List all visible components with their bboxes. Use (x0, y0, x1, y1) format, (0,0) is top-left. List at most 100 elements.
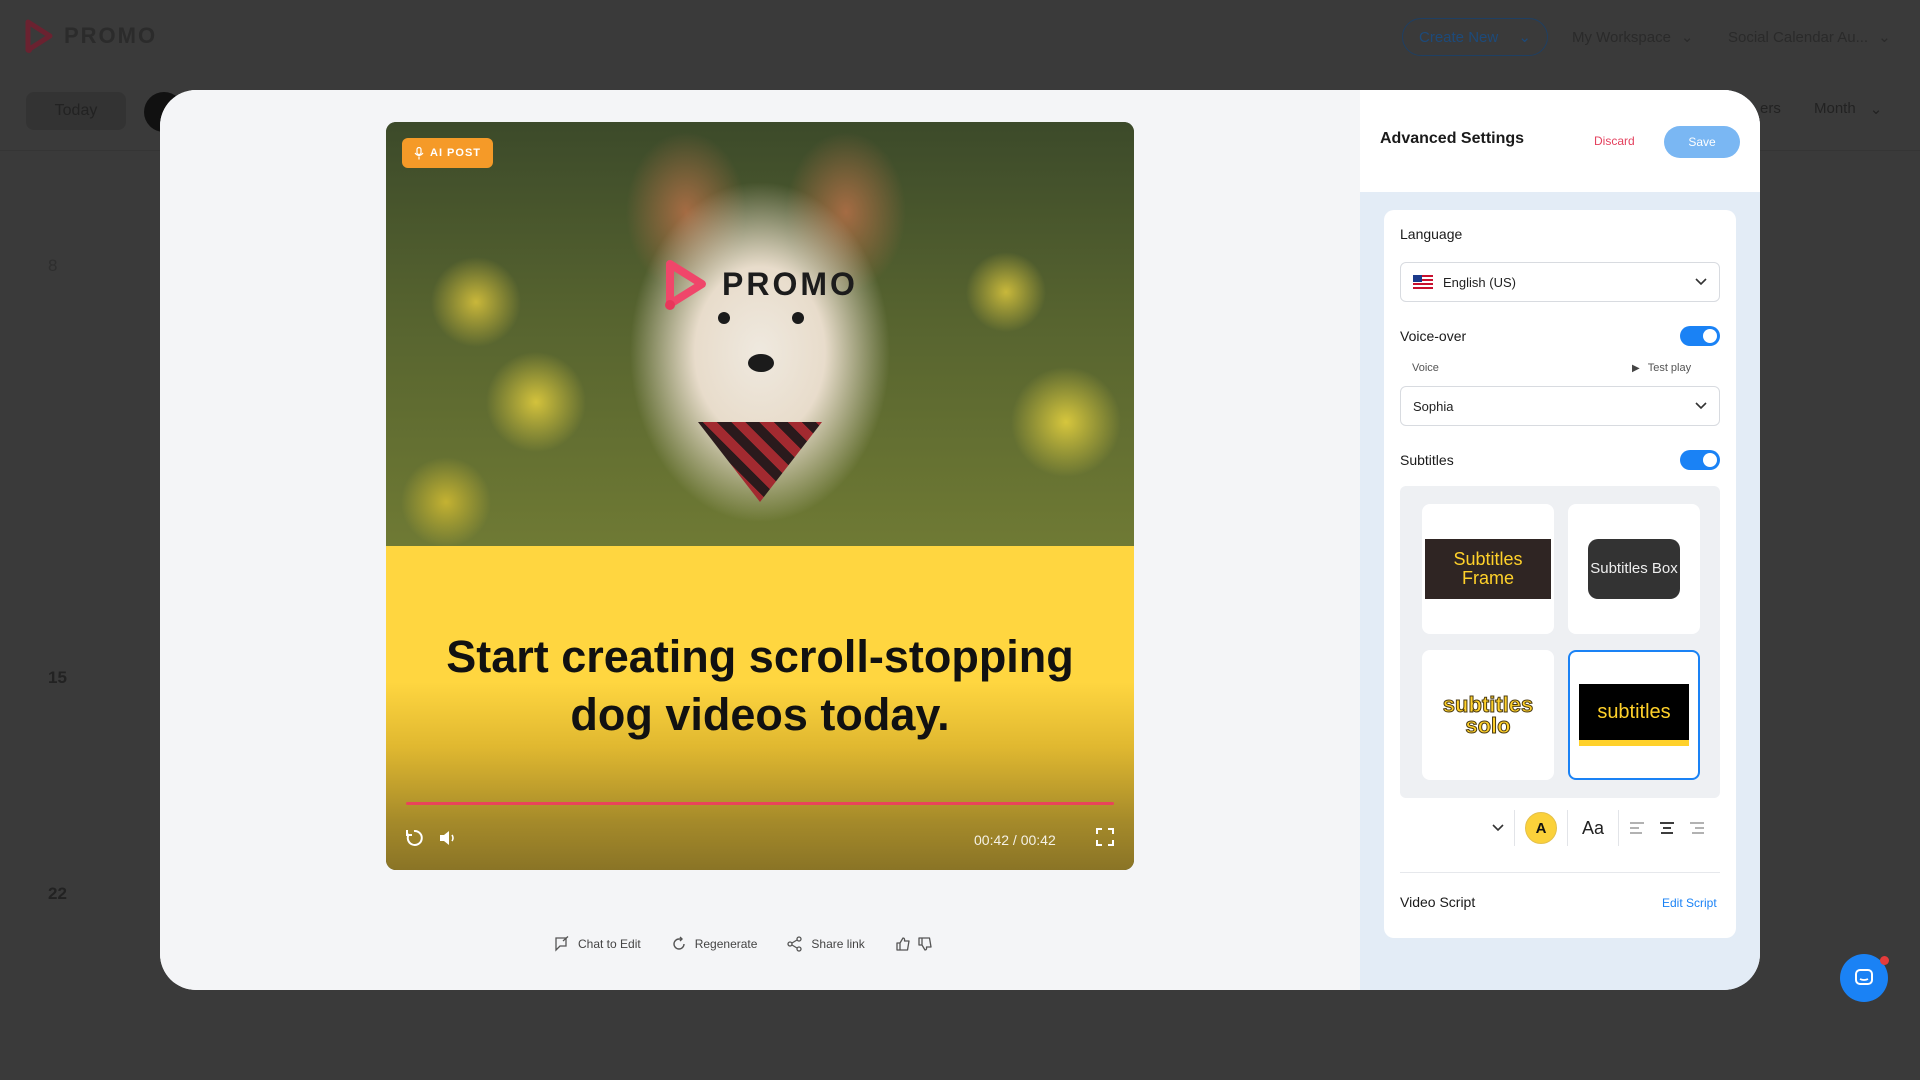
workspace-label: My Workspace (1572, 28, 1671, 46)
video-player[interactable]: AI POST PROMO Start creating scroll-stop… (386, 122, 1134, 870)
subtitle-solo-sample: subtitles solo (1442, 692, 1534, 738)
share-link-label: Share link (811, 937, 865, 951)
align-center-icon[interactable] (1659, 821, 1675, 835)
subtitle-style-black[interactable]: subtitles (1568, 650, 1700, 780)
app-header: PROMO Create New ⌄ My Workspace ⌄ Social… (0, 0, 1920, 76)
filters-button[interactable]: ers (1760, 100, 1781, 117)
preview-pane: AI POST PROMO Start creating scroll-stop… (160, 90, 1360, 990)
language-select[interactable]: English (US) (1400, 262, 1720, 302)
font-dropdown[interactable] (1400, 824, 1504, 832)
caption-area: Start creating scroll-stopping dog video… (386, 546, 1134, 870)
video-watermark-logo: PROMO (662, 256, 858, 312)
subtitles-toggle[interactable] (1680, 450, 1720, 470)
video-caption: Start creating scroll-stopping dog video… (446, 631, 1074, 740)
play-icon: ▶ (1632, 362, 1640, 374)
chevron-down-icon: ⌄ (1869, 101, 1883, 118)
section-divider (1400, 872, 1720, 873)
save-button[interactable]: Save (1664, 126, 1740, 158)
chat-edit-icon (555, 936, 569, 952)
voice-label: Voice (1412, 362, 1439, 374)
edit-script-link[interactable]: Edit Script (1662, 896, 1717, 910)
post-actions: Chat to Edit Regenerate Share link (554, 936, 933, 952)
feedback-buttons (895, 936, 933, 952)
subtitle-styles: Subtitles Frame Subtitles Box subtitles … (1400, 486, 1720, 798)
dog-photo (386, 122, 1134, 546)
regenerate-label: Regenerate (694, 937, 758, 951)
dog-bandana (698, 422, 822, 502)
chevron-down-icon: ⌄ (1680, 29, 1694, 46)
settings-card: Language English (US) Voice-over Voice ▶… (1384, 210, 1736, 938)
video-time: 00:42 / 00:42 (974, 832, 1056, 848)
calendar-day[interactable]: 8 (48, 256, 57, 276)
subtitle-box-sample: Subtitles Box (1588, 539, 1680, 599)
subtitle-frame-sample: Subtitles Frame (1425, 539, 1551, 599)
create-new-button[interactable]: Create New ⌄ (1402, 18, 1548, 56)
chat-icon (1855, 969, 1873, 985)
settings-title: Advanced Settings (1380, 130, 1525, 147)
toolbar-divider (1567, 810, 1568, 846)
subtitle-black-sample: subtitles (1579, 684, 1689, 746)
video-progress-bar[interactable] (406, 802, 1114, 805)
language-value: English (US) (1443, 274, 1516, 290)
workspace-dropdown[interactable]: My Workspace ⌄ (1572, 18, 1694, 56)
video-logo-text: PROMO (722, 265, 858, 302)
regenerate-icon (673, 936, 685, 950)
video-script-label: Video Script (1400, 894, 1476, 910)
share-icon (787, 936, 803, 952)
ai-post-badge: AI POST (402, 138, 494, 168)
voice-select[interactable]: Sophia (1400, 386, 1720, 426)
promo-logo-icon (665, 260, 706, 310)
month-label: Month (1814, 100, 1856, 117)
chat-to-edit-button[interactable]: Chat to Edit (554, 936, 641, 952)
share-link-button[interactable]: Share link (787, 936, 865, 952)
today-button[interactable]: Today (26, 92, 126, 130)
align-left-icon[interactable] (1629, 821, 1645, 835)
brand-name: PROMO (64, 23, 158, 48)
alignment-group (1629, 821, 1705, 835)
dog-eye (718, 312, 730, 324)
chevron-down-icon (1492, 824, 1504, 832)
text-color-button[interactable]: A (1525, 812, 1557, 844)
settings-header: Advanced Settings Discard Save (1360, 90, 1760, 192)
microphone-icon (414, 146, 424, 159)
notification-dot (1880, 956, 1889, 965)
chevron-down-icon (1695, 278, 1707, 286)
chat-to-edit-label: Chat to Edit (578, 937, 641, 951)
us-flag-icon (1413, 275, 1433, 289)
voiceover-toggle[interactable] (1680, 326, 1720, 346)
text-style-button[interactable]: Aa (1578, 818, 1608, 839)
test-play-label: Test play (1647, 362, 1692, 374)
toolbar-divider (1618, 810, 1619, 846)
chevron-down-icon: ⌄ (1518, 29, 1531, 46)
discard-button[interactable]: Discard (1594, 134, 1635, 148)
replay-icon[interactable] (404, 828, 424, 848)
ai-post-label: AI POST (430, 147, 482, 159)
thumbs-down-icon[interactable] (917, 936, 933, 952)
promo-logo-icon (25, 19, 53, 53)
volume-icon[interactable] (438, 828, 460, 848)
social-calendar-label: Social Calendar Au... (1728, 28, 1869, 46)
test-play-button[interactable]: ▶ Test play (1632, 362, 1691, 374)
chevron-down-icon: ⌄ (1878, 29, 1891, 46)
month-dropdown[interactable]: Month ⌄ (1814, 100, 1882, 118)
voice-value: Sophia (1413, 398, 1454, 414)
subtitle-style-solo[interactable]: subtitles solo (1422, 650, 1554, 780)
brand-logo[interactable]: PROMO (24, 18, 157, 54)
advanced-settings-panel: Advanced Settings Discard Save Language … (1360, 90, 1760, 990)
fullscreen-icon[interactable] (1096, 828, 1114, 846)
subtitle-style-box[interactable]: Subtitles Box (1568, 504, 1700, 634)
calendar-day[interactable]: 22 (48, 884, 67, 904)
create-new-label: Create New (1419, 28, 1499, 46)
chevron-down-icon (1695, 402, 1707, 410)
calendar-day[interactable]: 15 (48, 668, 67, 688)
regenerate-button[interactable]: Regenerate (671, 936, 758, 952)
thumbs-up-icon[interactable] (895, 936, 911, 952)
language-label: Language (1400, 226, 1463, 242)
dog-nose (748, 354, 774, 372)
toolbar-divider (1514, 810, 1515, 846)
subtitle-style-frame[interactable]: Subtitles Frame (1422, 504, 1554, 634)
voiceover-label: Voice-over (1400, 328, 1467, 344)
align-right-icon[interactable] (1689, 821, 1705, 835)
social-calendar-dropdown[interactable]: Social Calendar Au... ⌄ (1728, 18, 1891, 56)
subtitle-toolbar: A Aa (1400, 806, 1720, 850)
